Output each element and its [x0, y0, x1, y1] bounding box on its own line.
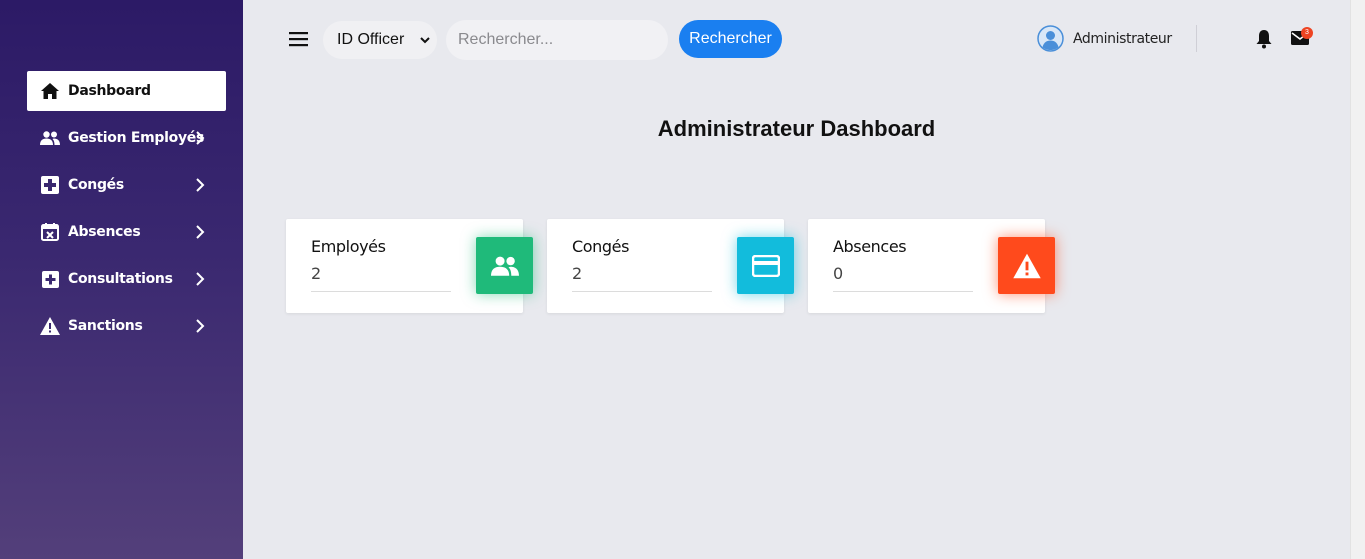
calendar-x-icon — [39, 221, 61, 243]
card-label: Employés — [311, 237, 386, 256]
sidebar-item-conges[interactable]: Congés — [27, 165, 226, 205]
medical-kit-icon — [39, 174, 61, 196]
search-button[interactable]: Rechercher — [679, 20, 782, 58]
bell-icon[interactable] — [1255, 29, 1273, 49]
sidebar-item-label: Congés — [68, 177, 124, 193]
chevron-right-icon — [196, 272, 205, 286]
stat-card-conges: Congés 2 — [547, 219, 794, 313]
chevron-right-icon — [196, 131, 205, 145]
id-officer-select[interactable]: ID Officer — [323, 21, 437, 59]
sidebar-item-label: Absences — [68, 224, 141, 240]
sidebar-item-label: Consultations — [68, 271, 173, 287]
hamburger-menu-icon[interactable] — [288, 29, 310, 49]
sidebar-item-label: Sanctions — [68, 318, 143, 334]
stat-card-absences: Absences 0 — [808, 219, 1055, 313]
people-icon — [476, 237, 533, 294]
home-icon — [39, 80, 61, 102]
page-scrollbar[interactable] — [1350, 0, 1365, 559]
page-title: Administrateur Dashboard — [657, 116, 936, 141]
sidebar-item-gestion-employes[interactable]: Gestion Employés — [27, 118, 226, 158]
warning-icon — [39, 315, 61, 337]
chevron-right-icon — [196, 319, 205, 333]
avatar — [1037, 25, 1064, 52]
card-value: 0 — [833, 264, 844, 283]
chevron-right-icon — [196, 178, 205, 192]
user-menu[interactable]: Administrateur — [1037, 25, 1172, 52]
card-divider — [572, 291, 712, 292]
sidebar: Dashboard Gestion Employés Congés Absenc… — [0, 0, 243, 559]
stat-card-employes: Employés 2 — [286, 219, 533, 313]
user-name: Administrateur — [1073, 30, 1172, 47]
card-divider — [311, 291, 451, 292]
sidebar-item-label: Dashboard — [68, 83, 151, 99]
sidebar-item-dashboard[interactable]: Dashboard — [27, 71, 226, 111]
card-value: 2 — [311, 264, 322, 283]
plus-square-icon — [39, 268, 61, 290]
sidebar-item-label: Gestion Employés — [68, 130, 205, 146]
sidebar-item-sanctions[interactable]: Sanctions — [27, 306, 226, 346]
warning-icon — [998, 237, 1055, 294]
chevron-right-icon — [196, 225, 205, 239]
card-value: 2 — [572, 264, 583, 283]
card-label: Congés — [572, 237, 630, 256]
mail-count-badge: 3 — [1301, 27, 1313, 39]
card-label: Absences — [833, 237, 907, 256]
topbar-divider — [1196, 25, 1197, 52]
credit-card-icon — [737, 237, 794, 294]
card-divider — [833, 291, 973, 292]
chevron-down-icon — [420, 37, 430, 44]
people-icon — [39, 127, 61, 149]
select-value: ID Officer — [337, 31, 405, 48]
sidebar-item-consultations[interactable]: Consultations — [27, 259, 226, 299]
search-input[interactable] — [446, 20, 668, 60]
sidebar-item-absences[interactable]: Absences — [27, 212, 226, 252]
